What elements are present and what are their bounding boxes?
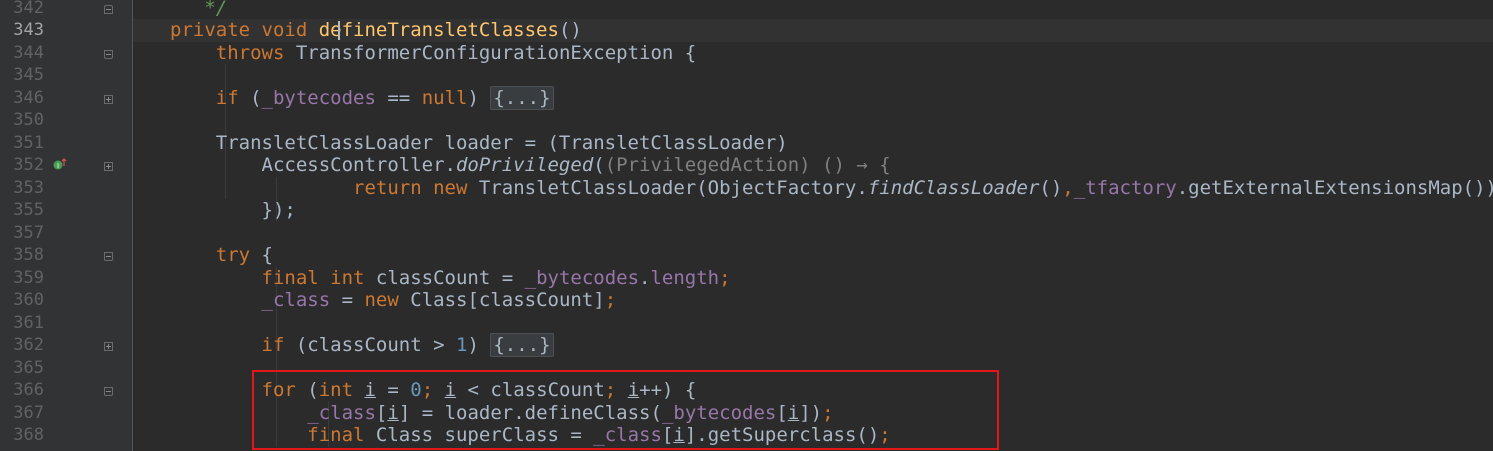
- code-token: =: [330, 289, 365, 311]
- code-token: defineTransletClasses: [318, 19, 559, 41]
- code-token: new: [364, 289, 411, 311]
- code-token: (classCount >: [295, 334, 456, 356]
- line-number[interactable]: 367: [0, 402, 44, 425]
- fold-marker-icon[interactable]: [104, 387, 113, 396]
- line-number[interactable]: 352: [0, 154, 44, 177]
- line-number[interactable]: 361: [0, 312, 44, 335]
- line-number[interactable]: 353: [0, 177, 44, 200]
- line-number[interactable]: 343: [0, 19, 44, 42]
- code-line[interactable]: throws TransformerConfigurationException…: [170, 42, 696, 65]
- code-token: _bytecodes: [261, 86, 376, 109]
- code-token: (): [1039, 176, 1063, 199]
- code-token: throws: [170, 41, 296, 64]
- code-token: 1: [456, 334, 468, 356]
- line-number[interactable]: 362: [0, 334, 44, 357]
- line-number[interactable]: 342: [0, 0, 44, 19]
- line-number[interactable]: 357: [0, 222, 44, 245]
- code-token: .getExternalExtensionsMap()): [1176, 176, 1493, 199]
- code-line[interactable]: */: [170, 0, 227, 19]
- code-line[interactable]: });: [170, 199, 296, 222]
- code-token: ): [467, 334, 491, 356]
- line-number[interactable]: 366: [0, 379, 44, 402]
- folded-code-block[interactable]: {...}: [490, 333, 554, 357]
- gutter-separator: [132, 0, 133, 451]
- fold-marker-icon[interactable]: [104, 49, 113, 59]
- code-token: findClassLoader: [867, 176, 1040, 199]
- code-token: .: [639, 266, 651, 289]
- code-token: if: [170, 334, 296, 356]
- line-number[interactable]: 360: [0, 289, 44, 312]
- text-caret: [338, 21, 340, 40]
- fold-marker-icon[interactable]: [104, 94, 113, 104]
- code-token: {: [261, 244, 273, 266]
- code-token: (: [593, 154, 605, 176]
- code-token: classCount =: [375, 266, 525, 289]
- line-number[interactable]: 346: [0, 87, 44, 110]
- line-number[interactable]: 359: [0, 267, 44, 290]
- code-editor[interactable]: 342 */ 343 private void defineTransletClas…: [0, 0, 1493, 451]
- line-number[interactable]: 345: [0, 64, 44, 87]
- fold-marker-icon[interactable]: [104, 4, 113, 14]
- code-token: TransletClassLoader loader = (TransletCl…: [170, 131, 788, 154]
- code-token: return new: [353, 176, 479, 199]
- code-token: ==: [375, 86, 422, 109]
- line-number[interactable]: 355: [0, 199, 44, 222]
- code-token: ;: [604, 289, 617, 311]
- code-token: ): [467, 86, 491, 109]
- code-line[interactable]: if (classCount > 1) {...}: [170, 333, 554, 357]
- code-token: _bytecodes: [524, 266, 640, 289]
- code-token: TransformerConfigurationException {: [295, 41, 697, 64]
- line-number[interactable]: 368: [0, 424, 44, 447]
- code-token: private: [170, 19, 262, 41]
- code-token: (: [250, 86, 262, 109]
- line-number[interactable]: 351: [0, 132, 44, 155]
- svg-text:I: I: [57, 162, 59, 170]
- folded-code-block[interactable]: {...}: [490, 85, 554, 110]
- code-token: TransletClassLoader(ObjectFactory.: [478, 176, 868, 199]
- line-number[interactable]: 358: [0, 244, 44, 267]
- code-token: length: [650, 266, 720, 289]
- code-token: Class[classCount]: [410, 289, 605, 311]
- implements-override-icon[interactable]: I: [53, 157, 67, 171]
- code-line[interactable]: final int classCount = _bytecodes.length…: [170, 267, 731, 290]
- code-token: AccessController.: [170, 154, 456, 176]
- code-token: null: [421, 86, 468, 109]
- code-token: */: [170, 0, 228, 19]
- code-token: doPrivileged: [455, 154, 594, 176]
- code-token: final int: [170, 266, 376, 289]
- code-line[interactable]: _class = new Class[classCount];: [170, 289, 617, 312]
- code-token: (): [558, 19, 582, 41]
- code-line[interactable]: private void defineTransletClasses(): [170, 19, 582, 42]
- code-token: (PrivilegedAction) () → {: [604, 154, 891, 176]
- code-token: try: [170, 244, 262, 266]
- code-token: _class: [261, 289, 331, 311]
- fold-marker-icon[interactable]: [104, 252, 113, 261]
- highlight-box: [252, 370, 999, 450]
- code-token: ,: [1062, 176, 1074, 199]
- line-number[interactable]: 344: [0, 42, 44, 65]
- code-line[interactable]: if (_bytecodes == null) {...}: [170, 85, 554, 110]
- code-line[interactable]: TransletClassLoader loader = (TransletCl…: [170, 132, 788, 155]
- line-number[interactable]: 350: [0, 109, 44, 132]
- fold-marker-icon[interactable]: [104, 342, 113, 351]
- line-number[interactable]: 365: [0, 357, 44, 380]
- code-line[interactable]: try {: [170, 244, 273, 267]
- code-token: ;: [719, 266, 731, 289]
- code-line[interactable]: AccessController.doPrivileged((Privilege…: [170, 154, 891, 177]
- code-token: _tfactory: [1073, 176, 1177, 199]
- code-line[interactable]: return new TransletClassLoader(ObjectFac…: [170, 177, 1493, 200]
- code-token: if: [170, 86, 251, 109]
- code-token: void: [261, 19, 319, 41]
- code-token: });: [170, 199, 296, 221]
- fold-marker-icon[interactable]: [104, 162, 113, 171]
